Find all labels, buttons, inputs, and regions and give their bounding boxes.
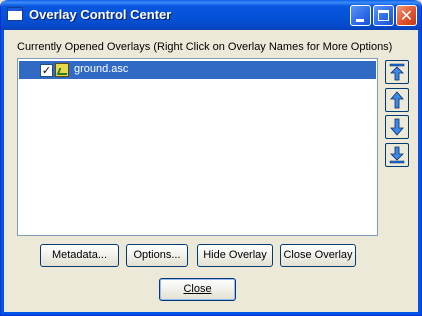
move-to-top-icon bbox=[389, 63, 405, 81]
overlay-control-center-window: Overlay Control Center ✕ Currently Opene… bbox=[0, 0, 422, 316]
move-up-icon bbox=[390, 91, 404, 109]
close-button-label: Close bbox=[183, 283, 212, 295]
window-title: Overlay Control Center bbox=[29, 7, 172, 22]
move-down-icon bbox=[390, 118, 404, 136]
window-icon bbox=[7, 7, 23, 21]
overlay-visibility-checkbox[interactable]: ✓ bbox=[40, 64, 53, 77]
minimize-button[interactable] bbox=[350, 5, 371, 26]
raster-layer-icon bbox=[55, 63, 69, 77]
overlays-caption: Currently Opened Overlays (Right Click o… bbox=[17, 41, 393, 53]
move-down-button[interactable] bbox=[385, 115, 409, 139]
move-to-bottom-icon bbox=[389, 146, 405, 164]
move-up-button[interactable] bbox=[385, 88, 409, 112]
metadata-button[interactable]: Metadata... bbox=[40, 244, 119, 267]
close-overlay-button[interactable]: Close Overlay bbox=[280, 244, 356, 267]
maximize-button[interactable] bbox=[373, 5, 394, 26]
close-icon: ✕ bbox=[399, 6, 414, 25]
options-button[interactable]: Options... bbox=[126, 244, 188, 267]
minimize-icon bbox=[356, 19, 364, 22]
close-button[interactable]: Close bbox=[159, 278, 236, 301]
hide-overlay-button[interactable]: Hide Overlay bbox=[197, 244, 273, 267]
move-to-top-button[interactable] bbox=[385, 60, 409, 84]
maximize-icon bbox=[378, 10, 389, 21]
list-item[interactable]: ✓ ground.asc bbox=[19, 61, 376, 79]
title-bar[interactable]: Overlay Control Center ✕ bbox=[1, 0, 421, 30]
overlay-list[interactable]: ✓ ground.asc bbox=[17, 58, 378, 236]
overlay-name[interactable]: ground.asc bbox=[74, 63, 128, 75]
close-window-button[interactable]: ✕ bbox=[396, 5, 417, 26]
move-to-bottom-button[interactable] bbox=[385, 143, 409, 167]
